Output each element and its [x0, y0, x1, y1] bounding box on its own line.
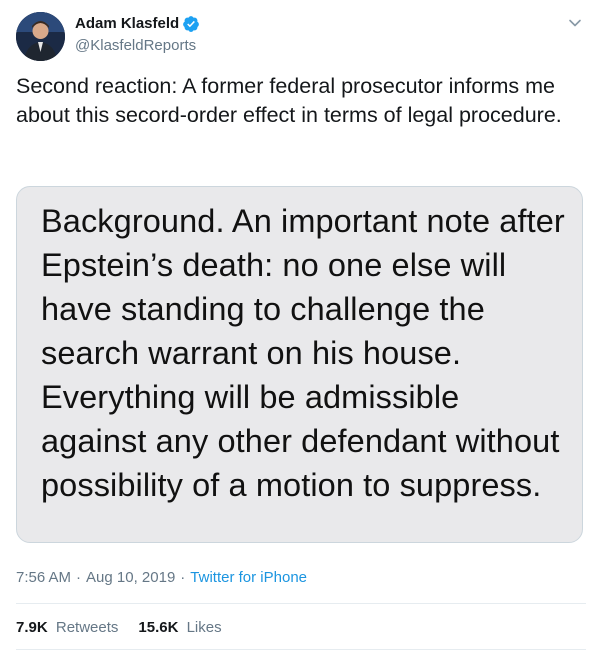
author-names: Adam Klasfeld @KlasfeldReports — [75, 14, 200, 56]
meta-separator: · — [180, 569, 186, 586]
author-handle[interactable]: @KlasfeldReports — [75, 36, 200, 56]
tweet-media-image[interactable]: Background. An important note after Epst… — [16, 186, 583, 543]
chevron-down-icon[interactable] — [564, 12, 586, 34]
divider — [16, 603, 586, 604]
verified-badge-icon — [182, 15, 200, 33]
retweets-count: 7.9K — [16, 619, 48, 636]
likes-stat[interactable]: 15.6K Likes — [138, 618, 221, 638]
tweet-header: Adam Klasfeld @KlasfeldReports — [16, 12, 588, 64]
tweet-time[interactable]: 7:56 AM — [16, 568, 71, 588]
tweet-date[interactable]: Aug 10, 2019 — [86, 568, 175, 588]
retweets-stat[interactable]: 7.9K Retweets — [16, 618, 118, 638]
media-text: Background. An important note after Epst… — [41, 203, 565, 503]
retweets-label: Retweets — [55, 619, 119, 636]
tweet-source-link[interactable]: Twitter for iPhone — [190, 568, 307, 588]
author-display-name[interactable]: Adam Klasfeld — [75, 14, 179, 34]
meta-separator: · — [76, 569, 82, 586]
tweet-stats: 7.9K Retweets 15.6K Likes — [16, 618, 242, 638]
likes-count: 15.6K — [138, 619, 179, 636]
likes-label: Likes — [186, 619, 222, 636]
avatar[interactable] — [16, 12, 65, 61]
tweet-card: Adam Klasfeld @KlasfeldReports Second re… — [0, 0, 602, 650]
tweet-meta: 7:56 AM · Aug 10, 2019 · Twitter for iPh… — [16, 568, 307, 588]
tweet-text: Second reaction: A former federal prosec… — [16, 74, 562, 127]
author-name-row[interactable]: Adam Klasfeld — [75, 14, 200, 34]
